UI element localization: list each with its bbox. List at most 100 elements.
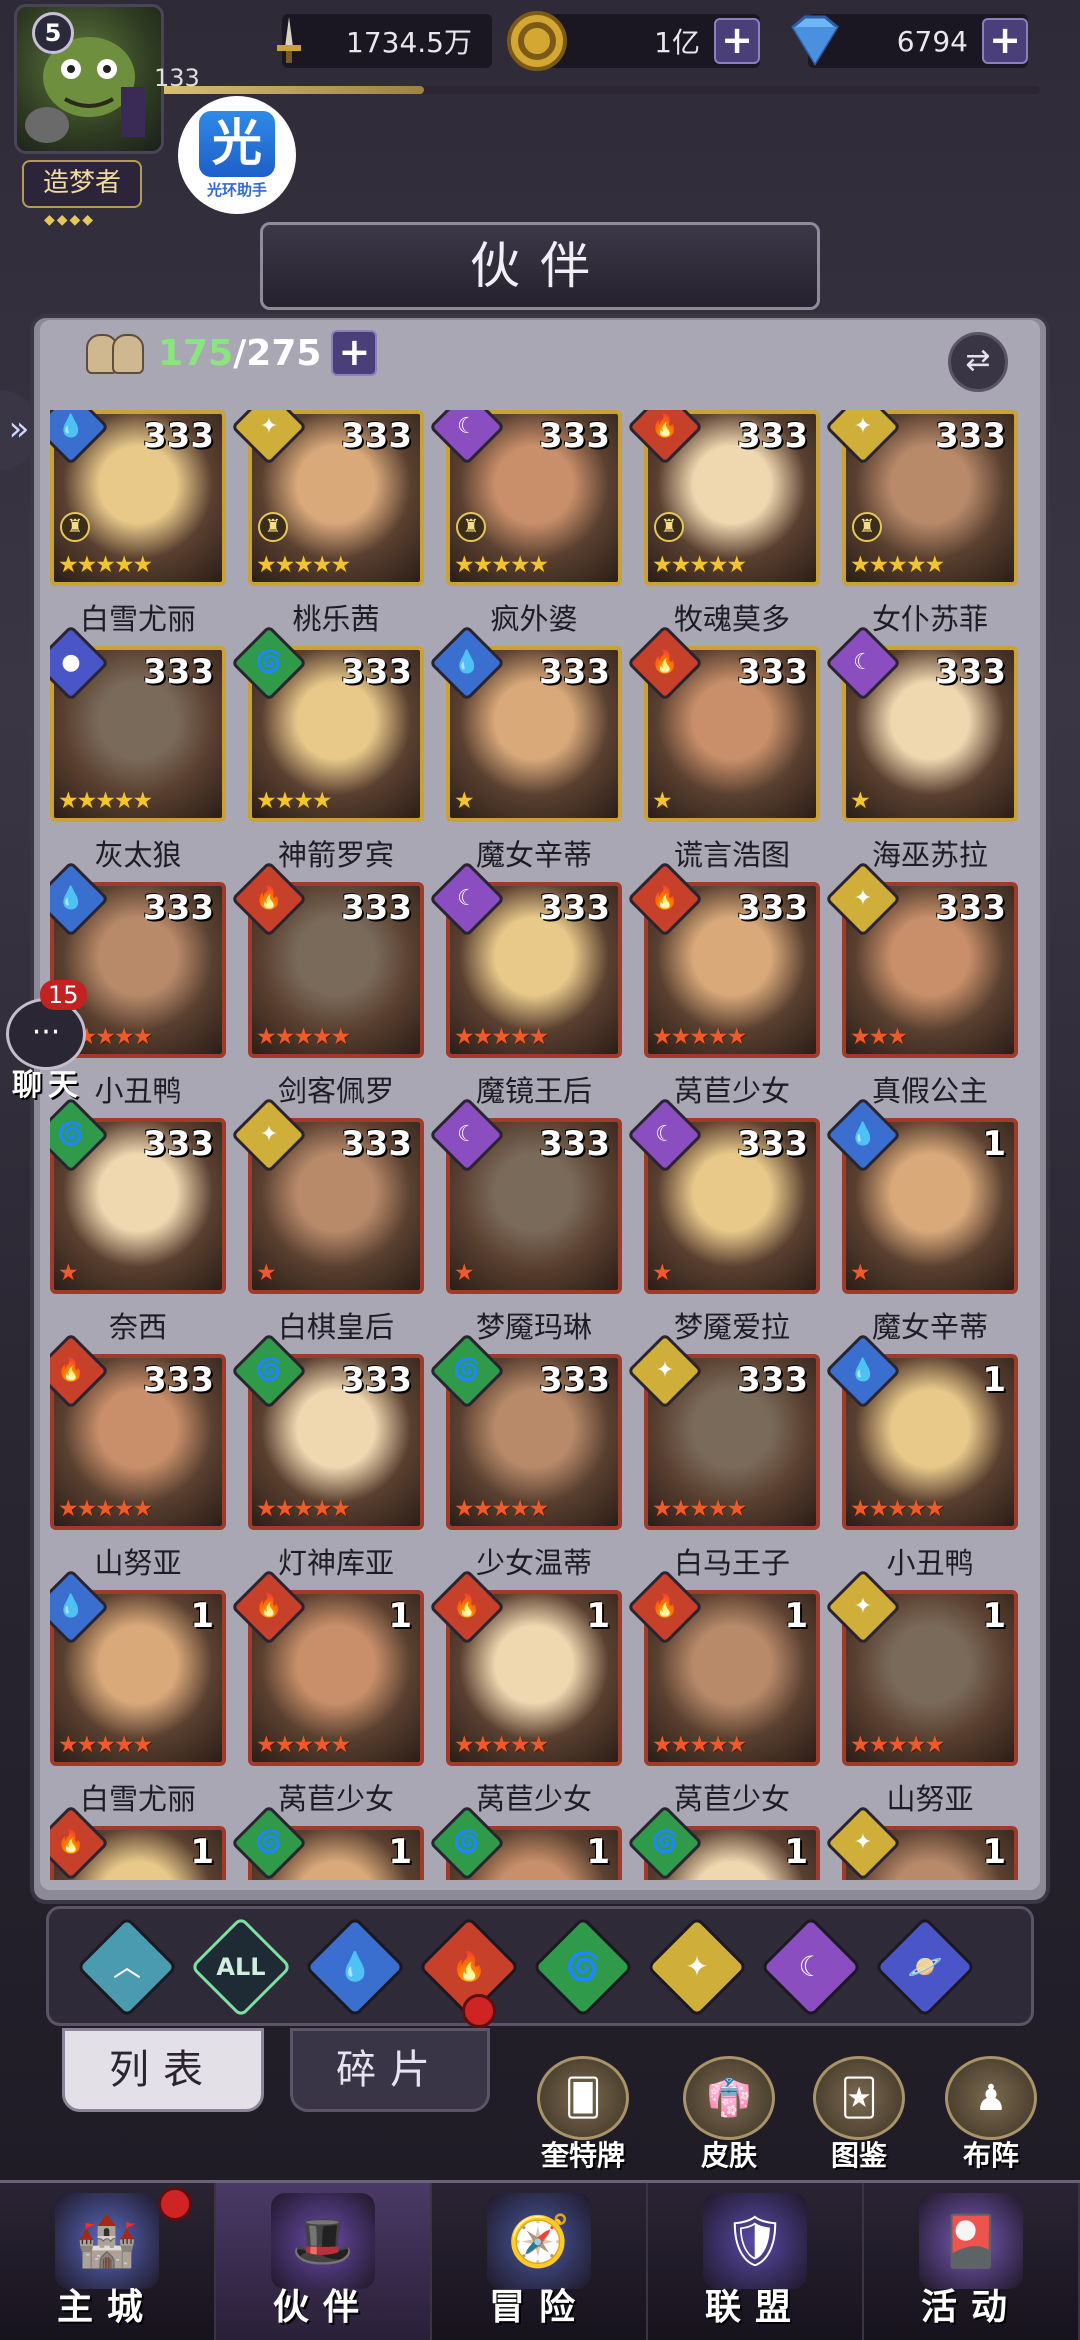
filter-wind-icon[interactable]: 🌀: [532, 1916, 634, 2018]
nav-witch-hat[interactable]: 🎩 伙伴: [216, 2183, 432, 2340]
hero-card[interactable]: 1 ★★★★★ 🔥 莴苣少女: [230, 1568, 424, 1820]
hero-level: 1: [586, 1596, 610, 1636]
side-action-codex[interactable]: 🃏 图鉴: [804, 2056, 914, 2174]
hero-card[interactable]: 333 ★★★★★ ● 灰太狼: [50, 624, 226, 876]
hero-card[interactable]: 333 ♜ ★★★★★ ☾ 疯外婆: [428, 410, 622, 640]
side-action-label: 奎特牌: [540, 2139, 625, 2172]
hero-card[interactable]: 333 ★★★★★ ✦ 白马王子: [626, 1332, 820, 1584]
nav-shield[interactable]: 🛡 联盟: [648, 2183, 864, 2340]
hero-level: 1: [388, 1596, 412, 1636]
hero-stars: ★: [454, 1260, 475, 1286]
hero-card[interactable]: 333 ★ 🔥 谎言浩图: [626, 624, 820, 876]
hero-card[interactable]: 333 ★★★★★ ☾ 魔镜王后: [428, 860, 622, 1112]
hero-card[interactable]: 333 ★ 💧 魔女辛蒂: [428, 624, 622, 876]
hero-level: 333: [737, 1360, 808, 1400]
hero-grid: 333 ♜ ★★★★★ 💧 白雪尤丽 333 ♜ ★★★★★ ✦ 桃乐茜 333 ♜ ★★★★★ ☾ 疯外婆…: [50, 410, 1030, 1880]
nav-label: 伙伴: [272, 2287, 373, 2328]
hero-stars: ★★★★★: [454, 1024, 549, 1050]
side-action-label: 布阵: [962, 2139, 1019, 2172]
filter-water-icon[interactable]: 💧: [304, 1916, 406, 2018]
partner-count-box: 175/275 +: [82, 328, 378, 378]
hero-stars: ★★★★★: [850, 1732, 945, 1758]
hero-card[interactable]: 333 ♜ ★★★★★ 🔥 牧魂莫多: [626, 410, 820, 640]
add-gold-button[interactable]: +: [714, 18, 760, 64]
tab-list[interactable]: 列表: [62, 2028, 264, 2112]
hero-card[interactable]: 333 ★ ☾ 海巫苏拉: [824, 624, 1018, 876]
hero-card[interactable]: 333 ★★★★★ 🌀 少女温蒂: [428, 1332, 622, 1584]
tab-shards[interactable]: 碎片: [290, 2028, 490, 2112]
hero-card[interactable]: 1 ★★★★★ 💧 白雪尤丽: [50, 1568, 226, 1820]
hero-card[interactable]: 333 ★★★ ✦ 真假公主: [824, 860, 1018, 1112]
element-filter-bar: ︿ ALL 💧 🔥 🌀 ✦ ☾ 🪐: [46, 1906, 1034, 2026]
hero-card[interactable]: 333 ★ 🌀 奈西: [50, 1096, 226, 1348]
hero-level: 1: [982, 1360, 1006, 1400]
hero-card[interactable]: 333 ★★★★ 🌀 神箭罗宾: [230, 624, 424, 876]
side-action-label: 图鉴: [830, 2139, 887, 2172]
hero-stars: ★: [454, 788, 475, 814]
hero-stars: ★★★★★: [850, 1496, 945, 1522]
hero-card[interactable]: 1 🌀: [626, 1804, 820, 1880]
side-action-tarot-card[interactable]: 🂠 奎特牌: [528, 2056, 638, 2174]
hero-card[interactable]: 333 ★★★★★ 🔥 剑客佩罗: [230, 860, 424, 1112]
hero-level: 333: [143, 1124, 214, 1164]
filter-light-icon[interactable]: ✦: [646, 1916, 748, 2018]
hero-card[interactable]: 1 🌀: [230, 1804, 424, 1880]
hero-level: 333: [143, 416, 214, 456]
hero-card[interactable]: 333 ♜ ★★★★★ ✦ 桃乐茜: [230, 410, 424, 640]
shards-notification-dot: [462, 1994, 496, 2028]
add-gem-button[interactable]: +: [982, 18, 1028, 64]
expand-capacity-button[interactable]: +: [331, 330, 378, 376]
gem-display: 6794 +: [791, 14, 1028, 68]
hero-card[interactable]: 1 ★★★★★ 💧 小丑鸭: [824, 1332, 1018, 1584]
hero-card[interactable]: 1 ★★★★★ 🔥 莴苣少女: [626, 1568, 820, 1820]
side-action-outfit[interactable]: 👘 皮肤: [674, 2056, 784, 2174]
formation-icon: ♟: [945, 2056, 1037, 2140]
hero-card[interactable]: 333 ★★★★★ 🔥 莴苣少女: [626, 860, 820, 1112]
hero-card[interactable]: 333 ♜ ★★★★★ ✦ 女仆苏菲: [824, 410, 1018, 640]
hero-card[interactable]: 333 ★ ✦ 白棋皇后: [230, 1096, 424, 1348]
hero-card[interactable]: 1 🌀: [428, 1804, 622, 1880]
hero-card[interactable]: 1 ★★★★★ ✦ 山努亚: [824, 1568, 1018, 1820]
hero-stars: ★★★★★: [256, 552, 351, 578]
filter-void-icon[interactable]: 🪐: [874, 1916, 976, 2018]
hero-level: 1: [190, 1596, 214, 1636]
player-avatar[interactable]: 5: [14, 4, 164, 164]
hero-level: 333: [341, 888, 412, 928]
nav-cards[interactable]: 🎴 活动: [864, 2183, 1080, 2340]
exp-bar: [160, 86, 1040, 94]
hero-card[interactable]: 1 ★ 💧 魔女辛蒂: [824, 1096, 1018, 1348]
nav-notification-dot: [158, 2187, 192, 2221]
hero-card[interactable]: 1 ✦: [824, 1804, 1018, 1880]
filter-all-icon[interactable]: ALL: [190, 1916, 292, 2018]
hero-level: 333: [143, 888, 214, 928]
hero-level: 333: [539, 1360, 610, 1400]
hero-card[interactable]: 333 ★ ☾ 梦魇爱拉: [626, 1096, 820, 1348]
nav-castle[interactable]: 🏰 主城: [0, 2183, 216, 2340]
sword-icon: [256, 8, 322, 74]
hero-level: 333: [737, 416, 808, 456]
outfit-icon: 👘: [683, 2056, 775, 2140]
hero-level: 333: [935, 888, 1006, 928]
helper-logo-icon: 光: [199, 110, 275, 177]
hero-stars: ★★★★★: [652, 552, 747, 578]
chat-button[interactable]: ··· 15 聊天: [0, 980, 94, 1103]
hero-card[interactable]: 333 ★★★★★ 🌀 灯神库亚: [230, 1332, 424, 1584]
hero-card[interactable]: 333 ★ ☾ 梦魇玛琳: [428, 1096, 622, 1348]
hero-card[interactable]: 333 ♜ ★★★★★ 💧 白雪尤丽: [50, 410, 226, 640]
nav-compass[interactable]: 🧭 冒险: [432, 2183, 648, 2340]
player-exp-number: 133: [154, 64, 200, 92]
hero-level: 1: [784, 1596, 808, 1636]
filter-neutral-icon[interactable]: ︿: [76, 1916, 178, 2018]
hero-stars: ★★★★★: [652, 1496, 747, 1522]
hero-stars: ★★★★★: [454, 1496, 549, 1522]
hero-card[interactable]: 333 ★★★★★ 🔥 山努亚: [50, 1332, 226, 1584]
hero-card[interactable]: 1 🔥: [50, 1804, 226, 1880]
partner-count-max: /275: [233, 332, 322, 374]
halo-helper-button[interactable]: 光 光环助手: [178, 96, 296, 214]
hero-level: 1: [586, 1832, 610, 1872]
swap-sort-icon[interactable]: ⇄: [948, 332, 1008, 392]
side-action-formation[interactable]: ♟ 布阵: [936, 2056, 1046, 2174]
filter-dark-icon[interactable]: ☾: [760, 1916, 862, 2018]
castle-icon: 🏰: [55, 2193, 159, 2289]
hero-card[interactable]: 1 ★★★★★ 🔥 莴苣少女: [428, 1568, 622, 1820]
